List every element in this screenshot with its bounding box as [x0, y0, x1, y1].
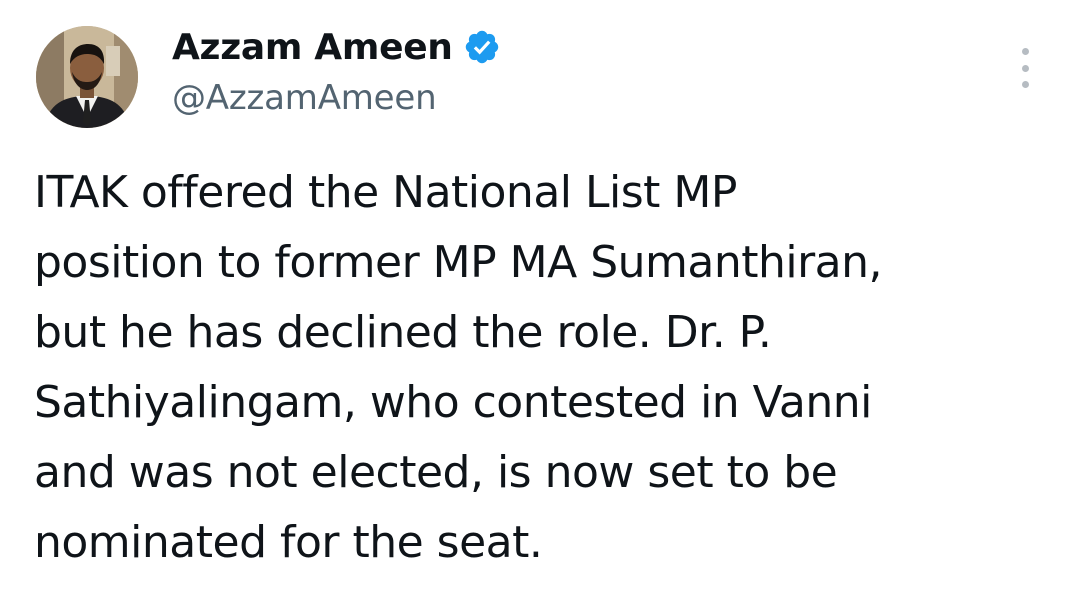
more-options-icon-dot	[1021, 81, 1029, 88]
tweet-text-line: position to former MP MA Sumanthiran,	[34, 237, 883, 288]
tweet-card: Azzam Ameen @AzzamAmeen ITAK offered the…	[0, 0, 1080, 593]
tweet-text-line: ITAK offered the National List MP	[34, 167, 737, 218]
avatar[interactable]	[36, 26, 138, 128]
more-options-button[interactable]	[1010, 48, 1040, 88]
more-options-icon	[1021, 48, 1029, 55]
verified-badge-icon	[463, 28, 501, 66]
author-name-row: Azzam Ameen	[172, 22, 501, 72]
more-options-icon-dot	[1021, 64, 1029, 72]
author-display-name[interactable]: Azzam Ameen	[172, 27, 453, 68]
author-handle[interactable]: @AzzamAmeen	[172, 78, 437, 118]
tweet-text-line: nominated for the seat.	[34, 517, 543, 568]
tweet-text: ITAK offered the National List MP positi…	[34, 158, 1044, 578]
tweet-text-line: Sathiyalingam, who contested in Vanni	[34, 377, 872, 428]
tweet-text-line: and was not elected, is now set to be	[34, 447, 838, 498]
avatar-photo	[36, 26, 138, 128]
tweet-text-line: but he has declined the role. Dr. P.	[34, 307, 772, 358]
